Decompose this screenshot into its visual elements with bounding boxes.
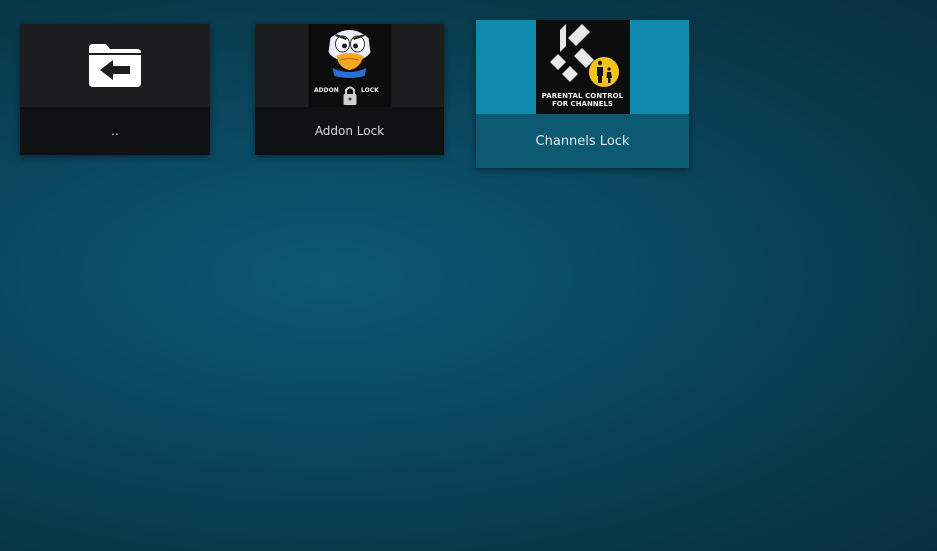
parent-folder-thumbnail (20, 24, 210, 107)
parental-control-image: PARENTAL CONTROL FOR CHANNELS (535, 20, 630, 114)
addon-lock-tile[interactable]: ADDON LOCK Addon Lock (255, 24, 444, 155)
parent-folder-tile[interactable]: .. (20, 24, 210, 155)
parent-folder-label: .. (20, 107, 210, 155)
addon-art-text-right: LOCK (361, 87, 379, 94)
channels-lock-thumbnail: PARENTAL CONTROL FOR CHANNELS (476, 20, 689, 114)
channels-lock-label: Channels Lock (476, 114, 689, 168)
kodi-logo-icon (549, 24, 594, 82)
duck-lock-image: ADDON LOCK (308, 24, 391, 107)
addon-lock-label: Addon Lock (255, 107, 444, 155)
folder-back-icon (86, 42, 144, 88)
parental-art-line2: FOR CHANNELS (552, 100, 613, 108)
parental-art-line1: PARENTAL CONTROL (541, 92, 624, 100)
addon-lock-thumbnail: ADDON LOCK (255, 24, 444, 107)
channels-lock-tile[interactable]: PARENTAL CONTROL FOR CHANNELS Channels L… (476, 20, 689, 168)
